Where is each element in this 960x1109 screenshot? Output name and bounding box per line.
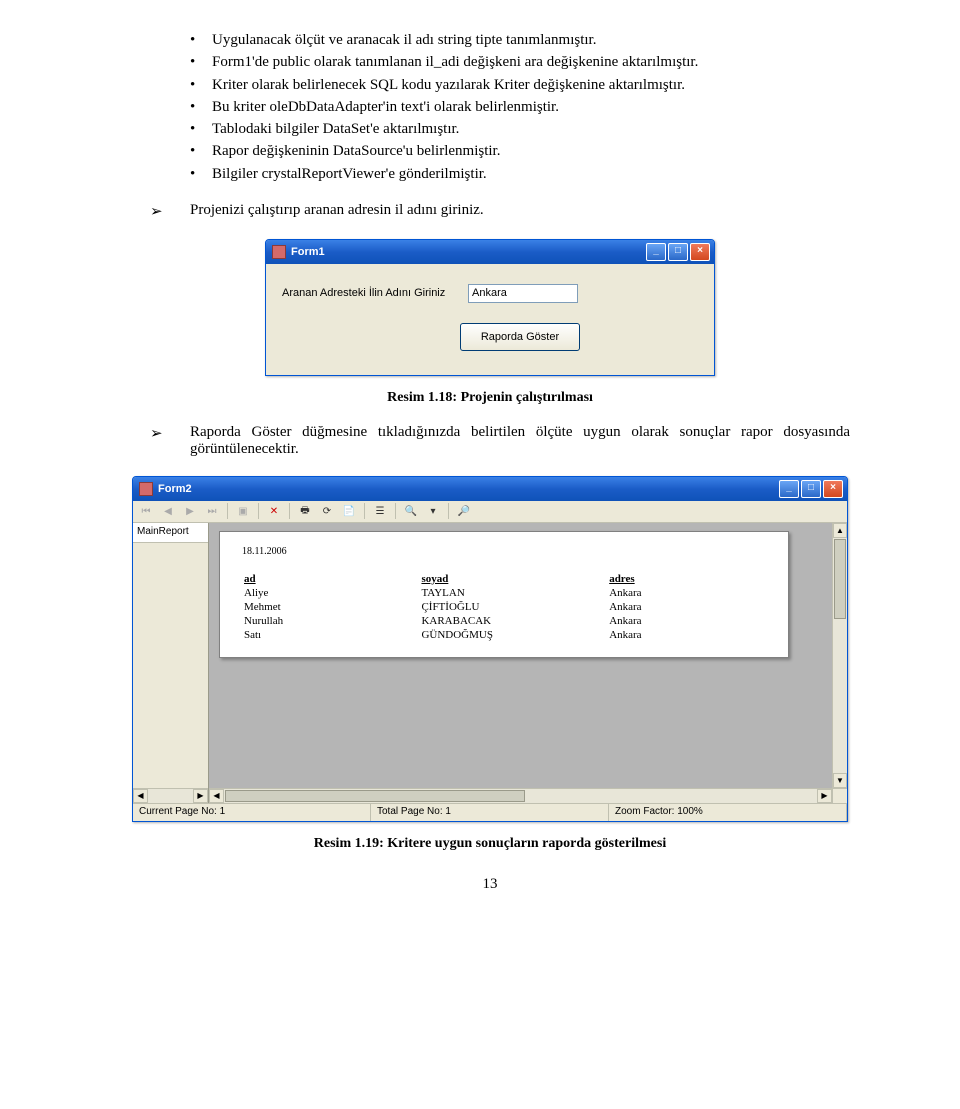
zoom-icon[interactable]: 🔍 [402, 502, 420, 520]
left-scrollbar[interactable]: ◀ ▶ [133, 788, 208, 803]
scroll-up-icon[interactable]: ▲ [833, 523, 847, 538]
instruction-run-project: ➢ Projenizi çalıştırıp aranan adresin il… [150, 202, 850, 221]
status-bar: Current Page No: 1 Total Page No: 1 Zoom… [133, 803, 847, 821]
print-icon[interactable]: 🖶 [296, 502, 314, 520]
scroll-thumb[interactable] [225, 790, 525, 802]
form2-title: Form2 [158, 483, 777, 495]
bullet-item: •Bilgiler crystalReportViewer'e gönderil… [190, 164, 850, 184]
arrow-icon: ➢ [150, 202, 190, 221]
report-area: MainReport ◀ ▶ 18.11.2006 ad soyad adres [133, 523, 847, 803]
bullet-item: •Rapor değişkeninin DataSource'u belirle… [190, 141, 850, 161]
scroll-left-icon[interactable]: ◀ [209, 789, 224, 803]
bullet-item: •Kriter olarak belirlenecek SQL kodu yaz… [190, 75, 850, 95]
stop-icon[interactable]: ✕ [265, 502, 283, 520]
refresh-icon[interactable]: ⟳ [318, 502, 336, 520]
status-current-page: Current Page No: 1 [133, 804, 371, 821]
figure-form1: Form1 _ □ × Aranan Adresteki İlin Adını … [130, 239, 850, 376]
find-icon[interactable]: 🔎 [455, 502, 473, 520]
app-icon [272, 245, 286, 259]
prev-page-icon[interactable]: ◀ [159, 502, 177, 520]
last-page-icon[interactable]: ⏭ [203, 502, 221, 520]
caption-1-19: Resim 1.19: Kritere uygun sonuçların rap… [130, 836, 850, 852]
arrow-icon: ➢ [150, 424, 190, 458]
export-icon[interactable]: 📄 [340, 502, 358, 520]
status-zoom: Zoom Factor: 100% [609, 804, 847, 821]
bullet-item: •Tablodaki bilgiler DataSet'e aktarılmış… [190, 119, 850, 139]
instruction-click-button: ➢ Raporda Göster düğmesine tıkladığınızd… [150, 424, 850, 458]
first-page-icon[interactable]: ⏮ [137, 502, 155, 520]
minimize-button[interactable]: _ [646, 243, 666, 261]
form1-window: Form1 _ □ × Aranan Adresteki İlin Adını … [265, 239, 715, 376]
next-page-icon[interactable]: ▶ [181, 502, 199, 520]
form2-titlebar[interactable]: Form2 _ □ × [133, 477, 847, 501]
report-hscrollbar[interactable]: ◀ ▶ [209, 788, 832, 803]
caption-1-18: Resim 1.18: Projenin çalıştırılması [130, 390, 850, 406]
report-vscrollbar[interactable]: ▲ ▼ [832, 523, 847, 788]
report-table: ad soyad adres AliyeTAYLANAnkara MehmetÇ… [242, 571, 766, 643]
table-row: MehmetÇİFTİOĞLUAnkara [244, 601, 764, 613]
scroll-thumb[interactable] [834, 539, 846, 619]
app-icon [139, 482, 153, 496]
table-row: SatıGÜNDOĞMUŞAnkara [244, 629, 764, 641]
form1-title: Form1 [291, 246, 644, 258]
maximize-button[interactable]: □ [801, 480, 821, 498]
table-row: NurullahKARABACAKAnkara [244, 615, 764, 627]
report-toolbar: ⏮ ◀ ▶ ⏭ ▣ ✕ 🖶 ⟳ 📄 ☰ 🔍 ▾ 🔎 [133, 501, 847, 523]
scroll-corner [832, 788, 847, 803]
group-tree-panel: MainReport ◀ ▶ [133, 523, 209, 803]
scroll-right-icon[interactable]: ▶ [193, 789, 208, 803]
scroll-left-icon[interactable]: ◀ [133, 789, 148, 803]
form1-titlebar[interactable]: Form1 _ □ × [266, 240, 714, 264]
report-date: 18.11.2006 [242, 546, 766, 557]
close-button[interactable]: × [690, 243, 710, 261]
il-adi-input[interactable] [468, 284, 578, 303]
group-tree-icon[interactable]: ☰ [371, 502, 389, 520]
page-number: 13 [130, 876, 850, 893]
bullet-list: •Uygulanacak ölçüt ve aranacak il adı st… [190, 30, 850, 184]
maximize-button[interactable]: □ [668, 243, 688, 261]
report-paper: 18.11.2006 ad soyad adres AliyeTAYLANAnk… [219, 531, 789, 658]
table-row: AliyeTAYLANAnkara [244, 587, 764, 599]
input-label: Aranan Adresteki İlin Adını Giriniz [282, 287, 468, 299]
goto-page-icon[interactable]: ▣ [234, 502, 252, 520]
bullet-item: •Form1'de public olarak tanımlanan il_ad… [190, 52, 850, 72]
raporda-goster-button[interactable]: Raporda Göster [460, 323, 580, 351]
bullet-item: •Bu kriter oleDbDataAdapter'in text'i ol… [190, 97, 850, 117]
scroll-right-icon[interactable]: ▶ [817, 789, 832, 803]
main-report-tab[interactable]: MainReport [133, 523, 208, 543]
zoom-dropdown-icon[interactable]: ▾ [424, 502, 442, 520]
form2-window: Form2 _ □ × ⏮ ◀ ▶ ⏭ ▣ ✕ 🖶 ⟳ 📄 ☰ 🔍 ▾ 🔎 Ma… [132, 476, 848, 822]
status-total-page: Total Page No: 1 [371, 804, 609, 821]
minimize-button[interactable]: _ [779, 480, 799, 498]
bullet-item: •Uygulanacak ölçüt ve aranacak il adı st… [190, 30, 850, 50]
close-button[interactable]: × [823, 480, 843, 498]
scroll-down-icon[interactable]: ▼ [833, 773, 847, 788]
